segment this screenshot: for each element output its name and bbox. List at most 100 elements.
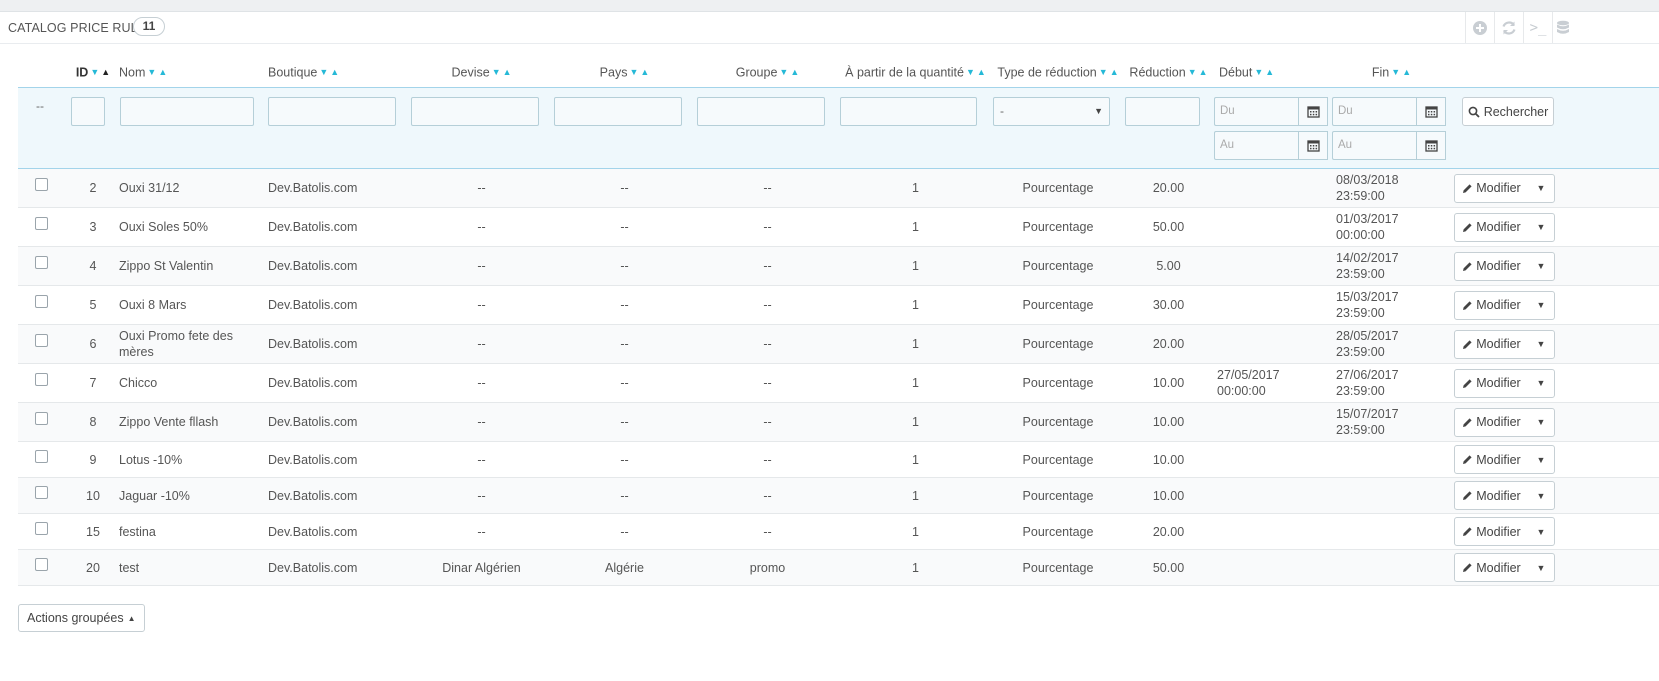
sort-desc-icon[interactable]: ▼: [1099, 67, 1108, 77]
cell-id: 9: [68, 441, 118, 478]
edit-button[interactable]: Modifier: [1455, 253, 1528, 280]
table-row[interactable]: 10 Jaguar -10% Dev.Batolis.com -- -- -- …: [18, 477, 1659, 514]
edit-button[interactable]: Modifier: [1455, 214, 1528, 241]
filter-id-input[interactable]: [71, 97, 105, 126]
filter-reduction-type-select[interactable]: - ▼: [993, 97, 1110, 126]
export-sql-button[interactable]: [1552, 12, 1573, 43]
edit-button[interactable]: Modifier: [1455, 292, 1528, 319]
edit-button[interactable]: Modifier: [1455, 482, 1528, 509]
sort-desc-icon[interactable]: ▼: [779, 67, 788, 77]
table-row[interactable]: 4 Zippo St Valentin Dev.Batolis.com -- -…: [18, 246, 1659, 286]
edit-button[interactable]: Modifier: [1455, 331, 1528, 358]
sort-desc-icon[interactable]: ▼: [90, 67, 99, 77]
sort-asc-icon[interactable]: ▲: [977, 67, 986, 77]
row-checkbox[interactable]: [35, 217, 48, 231]
sort-asc-icon[interactable]: ▲: [101, 67, 110, 77]
row-actions-dropdown[interactable]: ▼: [1528, 331, 1554, 358]
sort-desc-icon[interactable]: ▼: [966, 67, 975, 77]
row-checkbox[interactable]: [35, 485, 48, 499]
sort-asc-icon[interactable]: ▲: [790, 67, 799, 77]
filter-start-from-date[interactable]: Du: [1214, 97, 1328, 126]
edit-button[interactable]: Modifier: [1455, 554, 1528, 581]
edit-button[interactable]: Modifier: [1455, 370, 1528, 397]
row-checkbox[interactable]: [35, 449, 48, 463]
edit-button[interactable]: Modifier: [1455, 518, 1528, 545]
row-checkbox[interactable]: [35, 178, 48, 192]
sort-asc-icon[interactable]: ▲: [1265, 67, 1274, 77]
cell-currency: --: [410, 402, 553, 442]
filter-quantity-cell: [839, 87, 992, 169]
row-checkbox[interactable]: [35, 295, 48, 309]
row-actions-dropdown[interactable]: ▼: [1528, 214, 1554, 241]
add-new-button[interactable]: [1465, 12, 1494, 43]
sort-asc-icon[interactable]: ▲: [158, 67, 167, 77]
bulk-actions-button[interactable]: Actions groupées ▲: [18, 604, 145, 632]
show-sql-button[interactable]: >_: [1523, 12, 1552, 43]
filter-currency-input[interactable]: [411, 97, 539, 126]
filter-quantity-input[interactable]: [840, 97, 977, 126]
calendar-icon[interactable]: [1416, 97, 1446, 126]
calendar-icon[interactable]: [1298, 97, 1328, 126]
edit-button[interactable]: Modifier: [1455, 409, 1528, 436]
row-actions-dropdown[interactable]: ▼: [1528, 482, 1554, 509]
filter-group-input[interactable]: [697, 97, 825, 126]
search-button[interactable]: Rechercher: [1462, 97, 1554, 126]
sort-desc-icon[interactable]: ▼: [147, 67, 156, 77]
row-actions-dropdown[interactable]: ▼: [1528, 292, 1554, 319]
sort-desc-icon[interactable]: ▼: [319, 67, 328, 77]
calendar-icon[interactable]: [1298, 131, 1328, 160]
row-checkbox[interactable]: [35, 373, 48, 387]
filter-name-input[interactable]: [120, 97, 254, 126]
sort-desc-icon[interactable]: ▼: [1254, 67, 1263, 77]
cell-reduction: 50.00: [1124, 549, 1213, 586]
table-row[interactable]: 3 Ouxi Soles 50% Dev.Batolis.com -- -- -…: [18, 207, 1659, 247]
sort-asc-icon[interactable]: ▲: [640, 67, 649, 77]
cell-end: 14/02/2017 23:59:00: [1332, 246, 1451, 286]
sort-asc-icon[interactable]: ▲: [503, 67, 512, 77]
row-actions-dropdown[interactable]: ▼: [1528, 446, 1554, 473]
sort-asc-icon[interactable]: ▲: [330, 67, 339, 77]
sort-asc-icon[interactable]: ▲: [1402, 67, 1411, 77]
calendar-icon[interactable]: [1416, 131, 1446, 160]
table-row[interactable]: 5 Ouxi 8 Mars Dev.Batolis.com -- -- -- 1…: [18, 285, 1659, 325]
row-checkbox[interactable]: [35, 557, 48, 571]
edit-button[interactable]: Modifier: [1455, 175, 1528, 202]
row-actions-dropdown[interactable]: ▼: [1528, 253, 1554, 280]
table-row[interactable]: 7 Chicco Dev.Batolis.com -- -- -- 1 Pour…: [18, 363, 1659, 403]
row-actions-dropdown[interactable]: ▼: [1528, 370, 1554, 397]
table-row[interactable]: 15 festina Dev.Batolis.com -- -- -- 1 Po…: [18, 513, 1659, 550]
refresh-list-button[interactable]: [1494, 12, 1523, 43]
table-row[interactable]: 6 Ouxi Promo fete des mères Dev.Batolis.c…: [18, 324, 1659, 364]
row-checkbox[interactable]: [35, 256, 48, 270]
sort-desc-icon[interactable]: ▼: [1391, 67, 1400, 77]
row-checkbox[interactable]: [35, 412, 48, 426]
filter-country-input[interactable]: [554, 97, 682, 126]
cell-end: 15/03/2017 23:59:00: [1332, 285, 1451, 325]
filter-start-to-date[interactable]: Au: [1214, 131, 1328, 160]
sort-asc-icon[interactable]: ▲: [1110, 67, 1119, 77]
table-row[interactable]: 2 Ouxi 31/12 Dev.Batolis.com -- -- -- 1 …: [18, 168, 1659, 208]
filter-select-cell: --: [18, 87, 68, 169]
cell-currency: --: [410, 324, 553, 364]
row-checkbox[interactable]: [35, 521, 48, 535]
table-row[interactable]: 9 Lotus -10% Dev.Batolis.com -- -- -- 1 …: [18, 441, 1659, 478]
filter-spacer: [1559, 87, 1659, 169]
row-checkbox[interactable]: [35, 334, 48, 348]
sort-desc-icon[interactable]: ▼: [492, 67, 501, 77]
filter-reduction-input[interactable]: [1125, 97, 1200, 126]
table-row[interactable]: 20 test Dev.Batolis.com Dinar Algérien A…: [18, 549, 1659, 586]
row-actions-dropdown[interactable]: ▼: [1528, 554, 1554, 581]
filter-shop-input[interactable]: [268, 97, 396, 126]
sort-asc-icon[interactable]: ▲: [1199, 67, 1208, 77]
cell-shop: Dev.Batolis.com: [267, 168, 410, 208]
filter-end-to-date[interactable]: Au: [1332, 131, 1446, 160]
row-actions-dropdown[interactable]: ▼: [1528, 409, 1554, 436]
filter-end-from-date[interactable]: Du: [1332, 97, 1446, 126]
row-actions-dropdown[interactable]: ▼: [1528, 518, 1554, 545]
table-row[interactable]: 8 Zippo Vente fllash Dev.Batolis.com -- …: [18, 402, 1659, 442]
sort-desc-icon[interactable]: ▼: [1188, 67, 1197, 77]
row-actions-dropdown[interactable]: ▼: [1528, 175, 1554, 202]
row-actions: Modifier ▼: [1454, 212, 1555, 242]
sort-desc-icon[interactable]: ▼: [629, 67, 638, 77]
edit-button[interactable]: Modifier: [1455, 446, 1528, 473]
